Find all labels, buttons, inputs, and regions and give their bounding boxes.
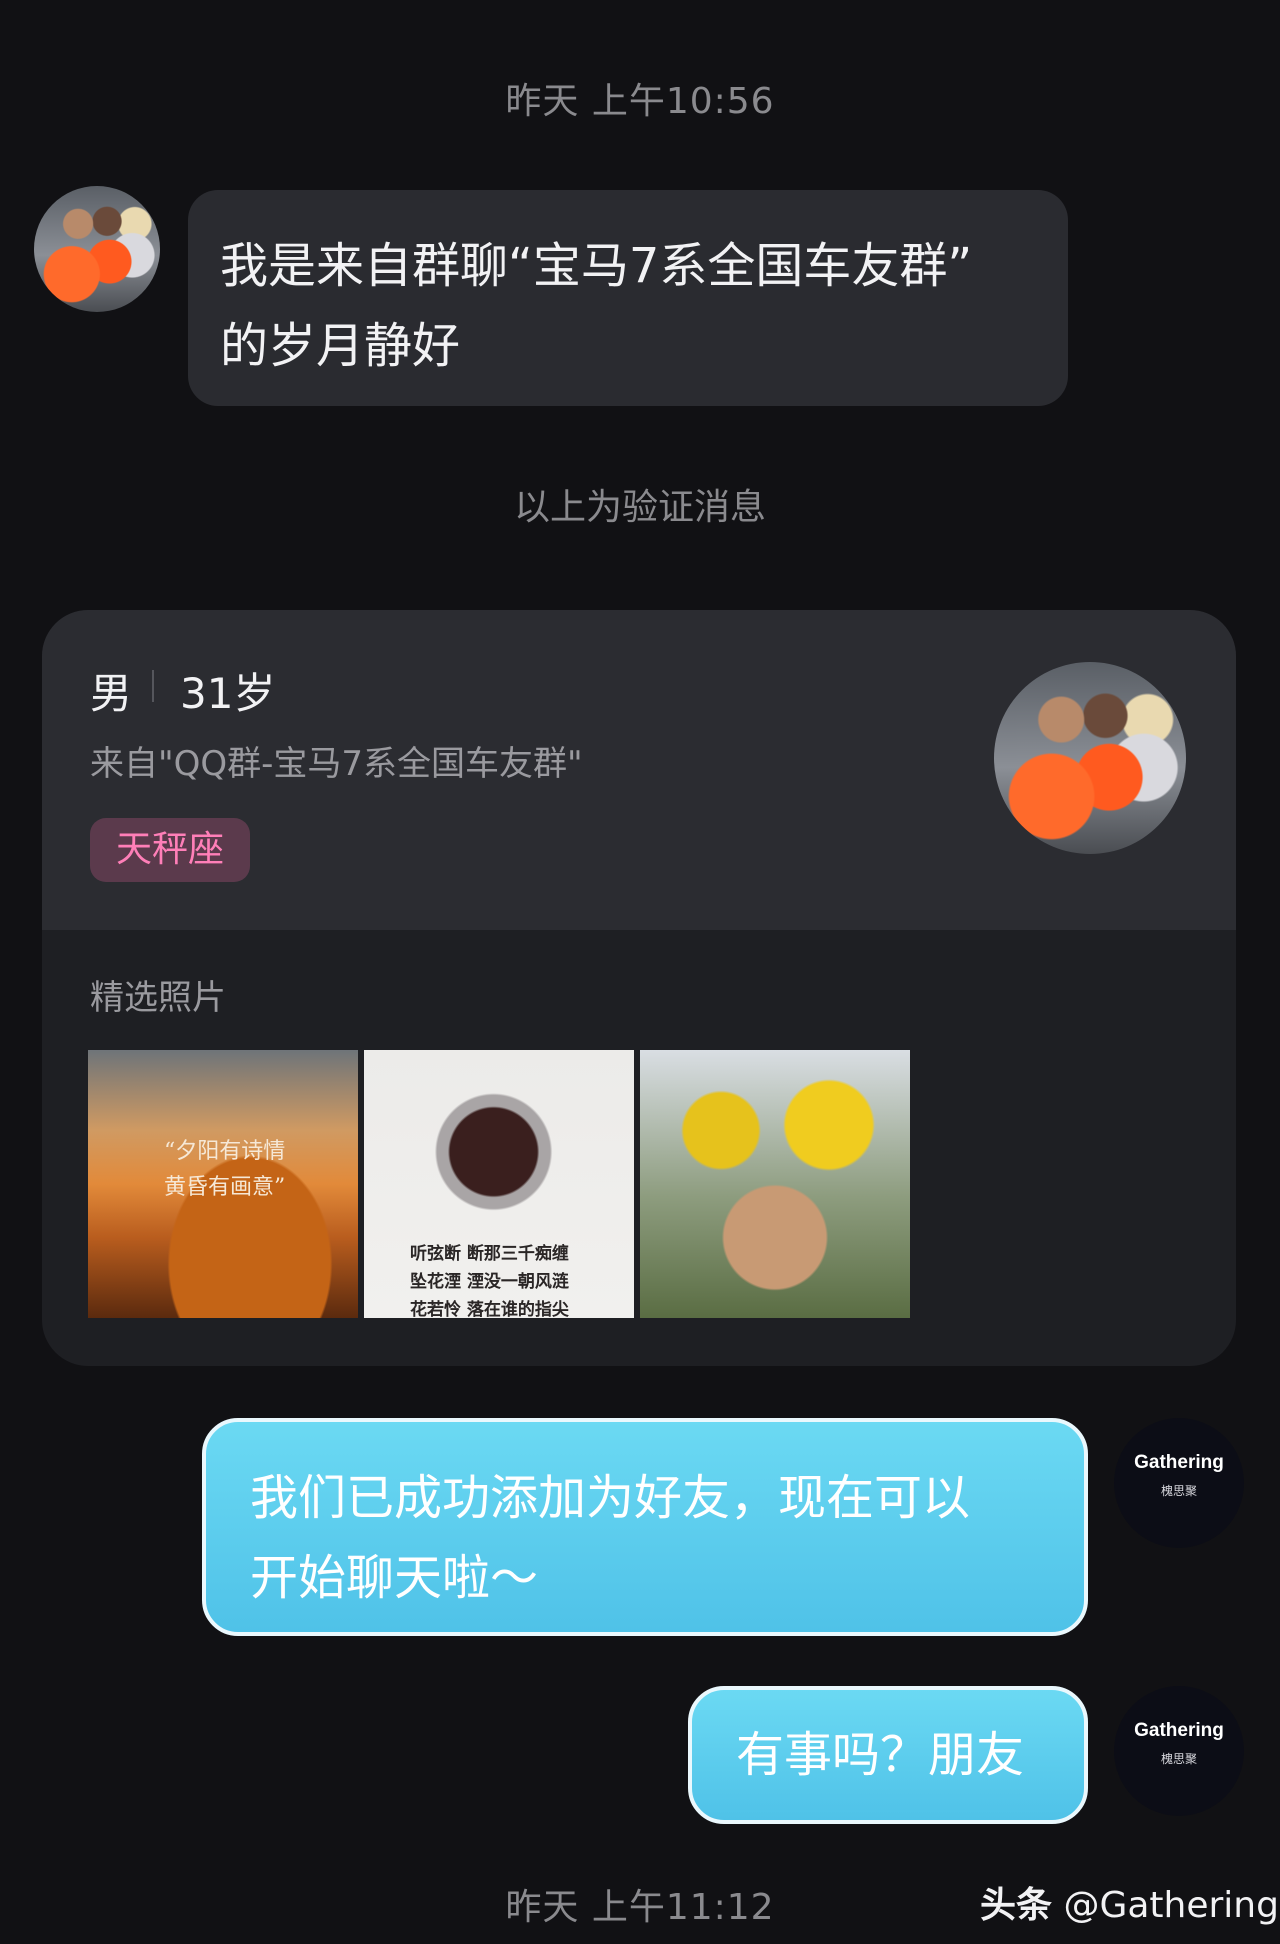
ink-painting-photo[interactable]: 听弦断 断那三千痴缠 坠花湮 湮没一朝风涟 花若怜 落在谁的指尖: [364, 1050, 634, 1318]
avatar-brand-subtext: 槐思聚: [1160, 1752, 1197, 1766]
outgoing-message-2-text: 有事吗？朋友: [736, 1727, 1025, 1783]
watermark-platform: 头条: [980, 1885, 1053, 1926]
profile-card[interactable]: 男 31岁 来自"QQ群-宝马7系全国车友群" 天秤座 精选照片 “夕阳有诗情 …: [42, 610, 1236, 1366]
outgoing-message-bubble[interactable]: 我们已成功添加为好友，现在可以 开始聊天啦～: [202, 1418, 1088, 1636]
watermark: 头条 @Gathering: [980, 1876, 1279, 1928]
outgoing-message-1-line-2: 开始聊天啦～: [250, 1550, 539, 1606]
profile-avatar[interactable]: [994, 662, 1186, 854]
photo-2-line-2: 坠花湮 湮没一朝风涟: [410, 1272, 569, 1292]
source-label: 来自"QQ群-宝马7系全国车友群": [90, 744, 583, 784]
gender-label: 男: [90, 669, 133, 718]
photos-label: 精选照片: [90, 978, 226, 1018]
outgoing-message-1-line-1: 我们已成功添加为好友，现在可以: [250, 1470, 971, 1526]
divider: [152, 670, 154, 702]
avatar-brand-subtext: 槐思聚: [1160, 1484, 1197, 1498]
incoming-message-line-1: 我是来自群聊“宝马7系全国车友群”: [220, 238, 973, 294]
profile-card-header: 男 31岁 来自"QQ群-宝马7系全国车友群" 天秤座: [42, 610, 1236, 930]
my-avatar[interactable]: Gathering 槐思聚: [1114, 1418, 1244, 1548]
sunset-poem-photo[interactable]: “夕阳有诗情 黄昏有画意”: [88, 1050, 358, 1318]
photo-2-line-3: 花若怜 落在谁的指尖: [410, 1300, 569, 1318]
sunflower-girl-photo[interactable]: [640, 1050, 910, 1318]
incoming-message-line-2: 的岁月静好: [220, 318, 461, 374]
photo-1-line-1: “夕阳有诗情: [164, 1139, 286, 1164]
photo-1-line-2: 黄昏有画意”: [164, 1175, 286, 1200]
outgoing-message-bubble-2[interactable]: 有事吗？朋友: [688, 1686, 1088, 1824]
contact-avatar[interactable]: [34, 186, 160, 312]
zodiac-tag: 天秤座: [90, 818, 251, 882]
avatar-brand-text: Gathering: [1134, 1720, 1224, 1741]
timestamp-top: 昨天 上午10:56: [505, 81, 775, 122]
photo-2-line-1: 听弦断 断那三千痴缠: [410, 1244, 569, 1264]
avatar-brand-text: Gathering: [1134, 1452, 1224, 1473]
verify-note: 以上为验证消息: [513, 487, 766, 528]
incoming-message-bubble[interactable]: 我是来自群聊“宝马7系全国车友群” 的岁月静好: [188, 190, 1068, 406]
age-label: 31岁: [180, 669, 276, 718]
my-avatar-2[interactable]: Gathering 槐思聚: [1114, 1686, 1244, 1816]
watermark-handle: @Gathering: [1063, 1885, 1279, 1926]
